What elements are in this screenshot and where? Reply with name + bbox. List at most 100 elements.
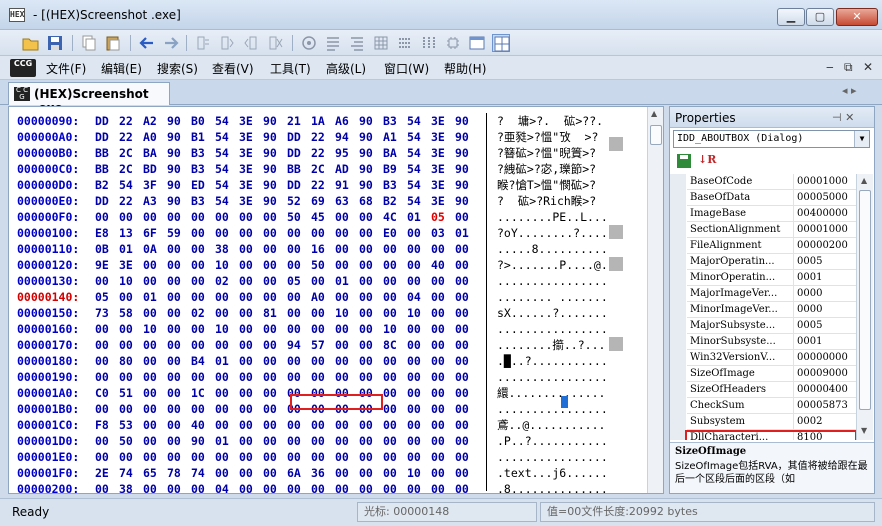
hex-byte[interactable]: 00 xyxy=(167,209,191,225)
hex-byte[interactable]: 10 xyxy=(407,305,431,321)
hex-row[interactable]: 000000A0: DD 22 A0 90 B1 54 3E 90 DD 22 94 90 A1 54 3E 9… xyxy=(9,129,649,145)
hex-byte[interactable]: 90 xyxy=(455,129,479,145)
hex-row[interactable]: 00000190: 00 00 00 00 00 00 00 00 00 00 00 00 00 00 00 0… xyxy=(9,369,649,385)
hex-byte[interactable]: 90 xyxy=(167,145,191,161)
hex-byte[interactable]: 03 xyxy=(431,225,455,241)
hex-byte[interactable]: 05 xyxy=(287,273,311,289)
hex-byte[interactable]: 00 xyxy=(431,417,455,433)
panel-close-icon[interactable]: ✕ xyxy=(845,111,854,124)
hex-byte[interactable]: 8C xyxy=(383,337,407,353)
hex-row[interactable]: 00000130: 00 10 00 00 00 02 00 00 05 00 01 00 00 00 00 0… xyxy=(9,273,649,289)
hex-byte[interactable]: 00 xyxy=(95,209,119,225)
hex-byte[interactable]: 00 xyxy=(383,257,407,273)
hex-byte[interactable]: 00 xyxy=(119,209,143,225)
hex-byte[interactable]: 10 xyxy=(143,321,167,337)
menu-search[interactable]: 搜索(S) xyxy=(157,60,198,77)
hex-byte[interactable]: 00 xyxy=(215,337,239,353)
hex-byte[interactable]: 00 xyxy=(239,257,263,273)
hex-byte[interactable]: 00 xyxy=(311,321,335,337)
hex-byte[interactable]: 00 xyxy=(383,289,407,305)
hex-byte[interactable]: 00 xyxy=(455,353,479,369)
hex-byte[interactable]: 00 xyxy=(167,289,191,305)
hex-byte[interactable]: 3E xyxy=(119,257,143,273)
row-ascii[interactable]: ........擶..?... xyxy=(497,337,605,353)
hex-byte[interactable]: 00 xyxy=(215,401,239,417)
save-icon[interactable] xyxy=(46,34,64,52)
hex-byte[interactable]: 00 xyxy=(119,369,143,385)
hex-byte[interactable]: 3E xyxy=(239,161,263,177)
hex-byte[interactable]: 00 xyxy=(215,465,239,481)
hex-byte[interactable]: 00 xyxy=(263,273,287,289)
hex-byte[interactable]: BB xyxy=(95,161,119,177)
hex-byte[interactable]: 00 xyxy=(287,353,311,369)
hex-byte[interactable]: 00 xyxy=(263,353,287,369)
mdi-minimize-icon[interactable]: ‒ xyxy=(826,60,834,74)
goto-icon[interactable] xyxy=(300,34,318,52)
hex-byte[interactable]: DD xyxy=(95,113,119,129)
hex-byte[interactable]: A1 xyxy=(383,129,407,145)
hex-byte[interactable]: 05 xyxy=(95,289,119,305)
hex-byte[interactable]: 90 xyxy=(263,177,287,193)
hex-byte[interactable]: 00 xyxy=(167,305,191,321)
hex-byte[interactable]: 00 xyxy=(95,433,119,449)
hex-byte[interactable]: 00 xyxy=(455,433,479,449)
property-row[interactable]: Subsystem 0002 xyxy=(670,414,856,430)
row-ascii[interactable]: ................ xyxy=(497,449,608,465)
hex-byte[interactable]: B3 xyxy=(191,145,215,161)
hex-byte[interactable]: 3E xyxy=(431,193,455,209)
hex-byte[interactable]: A0 xyxy=(143,129,167,145)
hex-byte[interactable]: 3E xyxy=(239,145,263,161)
hex-row[interactable]: 00000180: 00 80 00 00 B4 01 00 00 00 00 00 00 00 00 00 0… xyxy=(9,353,649,369)
hex-byte[interactable]: 90 xyxy=(191,433,215,449)
close-button[interactable]: ✕ xyxy=(836,8,878,26)
hex-byte[interactable]: 00 xyxy=(455,209,479,225)
hex-byte[interactable]: 50 xyxy=(119,433,143,449)
scroll-up-icon[interactable]: ▲ xyxy=(651,109,657,118)
hex-byte[interactable]: 73 xyxy=(95,305,119,321)
hex-byte[interactable]: 10 xyxy=(215,321,239,337)
hex-byte[interactable]: 90 xyxy=(455,161,479,177)
hex-byte[interactable]: 0B xyxy=(95,241,119,257)
hex-byte[interactable]: 2C xyxy=(119,161,143,177)
property-value[interactable]: 00000000 xyxy=(794,350,856,366)
hex-byte[interactable]: 00 xyxy=(143,353,167,369)
hex-byte[interactable]: 90 xyxy=(263,145,287,161)
row-ascii[interactable]: ........PE..L... xyxy=(497,209,608,225)
hex-byte[interactable]: 00 xyxy=(359,273,383,289)
hex-byte[interactable]: 00 xyxy=(215,417,239,433)
hex-byte[interactable]: 00 xyxy=(311,417,335,433)
hex-byte[interactable]: 00 xyxy=(263,209,287,225)
hex-byte[interactable]: 00 xyxy=(407,273,431,289)
hex-byte[interactable]: 54 xyxy=(119,177,143,193)
hex-byte[interactable]: 00 xyxy=(383,353,407,369)
hex-byte[interactable]: 00 xyxy=(191,273,215,289)
hex-byte[interactable]: B2 xyxy=(383,193,407,209)
hex-byte[interactable]: 00 xyxy=(287,241,311,257)
hex-byte[interactable]: 00 xyxy=(335,369,359,385)
hex-byte[interactable]: ED xyxy=(191,177,215,193)
hex-byte[interactable]: 00 xyxy=(263,449,287,465)
scroll-up-icon[interactable]: ▲ xyxy=(861,176,867,185)
hex-byte[interactable]: 00 xyxy=(359,337,383,353)
row-ascii[interactable]: ?>.......P....@. xyxy=(497,257,608,273)
hex-byte[interactable]: 00 xyxy=(359,305,383,321)
tab-scroll-arrows[interactable]: ◂ ▸ xyxy=(842,84,857,97)
hex-byte[interactable]: 00 xyxy=(143,273,167,289)
hex-byte[interactable]: 00 xyxy=(167,257,191,273)
hex-byte[interactable]: 54 xyxy=(407,161,431,177)
hex-byte[interactable]: BA xyxy=(383,145,407,161)
hex-byte[interactable]: 00 xyxy=(215,225,239,241)
hex-byte[interactable]: 00 xyxy=(239,305,263,321)
hex-byte[interactable]: 00 xyxy=(407,481,431,493)
hex-byte[interactable]: 52 xyxy=(287,193,311,209)
hex-byte[interactable]: A0 xyxy=(311,289,335,305)
table-icon[interactable] xyxy=(396,34,414,52)
hex-byte[interactable]: 00 xyxy=(167,385,191,401)
hex-byte[interactable]: 90 xyxy=(359,113,383,129)
align-icon[interactable] xyxy=(348,34,366,52)
hex-byte[interactable]: 04 xyxy=(215,481,239,493)
app-icon[interactable]: HEX xyxy=(9,8,25,22)
row-ascii[interactable]: .text...j6...... xyxy=(497,465,608,481)
hex-byte[interactable]: 16 xyxy=(311,241,335,257)
hex-byte[interactable]: 90 xyxy=(455,145,479,161)
